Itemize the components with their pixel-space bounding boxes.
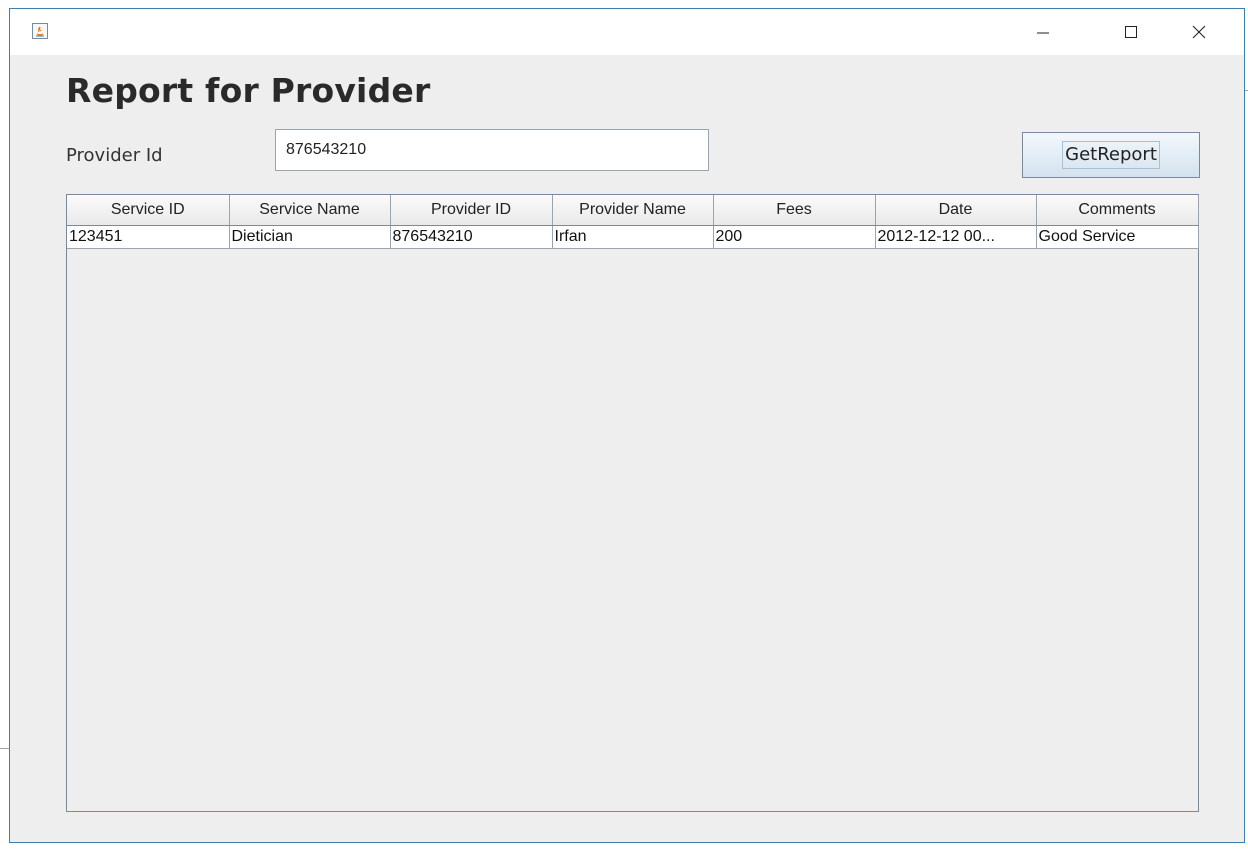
maximize-icon <box>1125 26 1137 38</box>
cell-service-id[interactable]: 123451 <box>67 225 230 249</box>
maximize-button[interactable] <box>1108 9 1154 55</box>
cell-fees[interactable]: 200 <box>713 225 876 249</box>
close-icon <box>1192 25 1206 39</box>
cell-service-name[interactable]: Dietician <box>229 225 391 249</box>
report-table[interactable]: Service ID Service Name Provider ID Prov… <box>67 195 1199 249</box>
cell-comments[interactable]: Good Service <box>1036 225 1199 249</box>
java-app-icon <box>32 23 48 39</box>
close-button[interactable] <box>1176 9 1222 55</box>
column-header-provider-id[interactable]: Provider ID <box>390 195 553 226</box>
provider-id-label: Provider Id <box>66 145 163 166</box>
get-report-button[interactable]: GetReport <box>1022 132 1200 178</box>
column-header-provider-name[interactable]: Provider Name <box>552 195 714 226</box>
table-row[interactable]: 123451 Dietician 876543210 Irfan 200 201… <box>67 225 1199 249</box>
title-bar[interactable] <box>10 9 1244 55</box>
cell-provider-id[interactable]: 876543210 <box>390 225 553 249</box>
cell-provider-name[interactable]: Irfan <box>552 225 714 249</box>
cell-date[interactable]: 2012-12-12 00... <box>875 225 1037 249</box>
column-header-service-id[interactable]: Service ID <box>67 195 230 226</box>
column-header-date[interactable]: Date <box>875 195 1037 226</box>
provider-id-input[interactable] <box>275 129 709 171</box>
column-header-service-name[interactable]: Service Name <box>229 195 391 226</box>
report-table-panel[interactable]: Service ID Service Name Provider ID Prov… <box>66 194 1199 812</box>
column-header-fees[interactable]: Fees <box>713 195 876 226</box>
table-header: Service ID Service Name Provider ID Prov… <box>67 195 1199 226</box>
minimize-button[interactable] <box>1020 9 1066 55</box>
report-window: Report for Provider Provider Id GetRepor… <box>9 8 1245 843</box>
column-header-comments[interactable]: Comments <box>1036 195 1199 226</box>
minimize-icon <box>1037 32 1049 34</box>
background-edge <box>0 748 9 749</box>
get-report-button-label: GetReport <box>1062 141 1160 169</box>
page-title: Report for Provider <box>66 71 431 110</box>
